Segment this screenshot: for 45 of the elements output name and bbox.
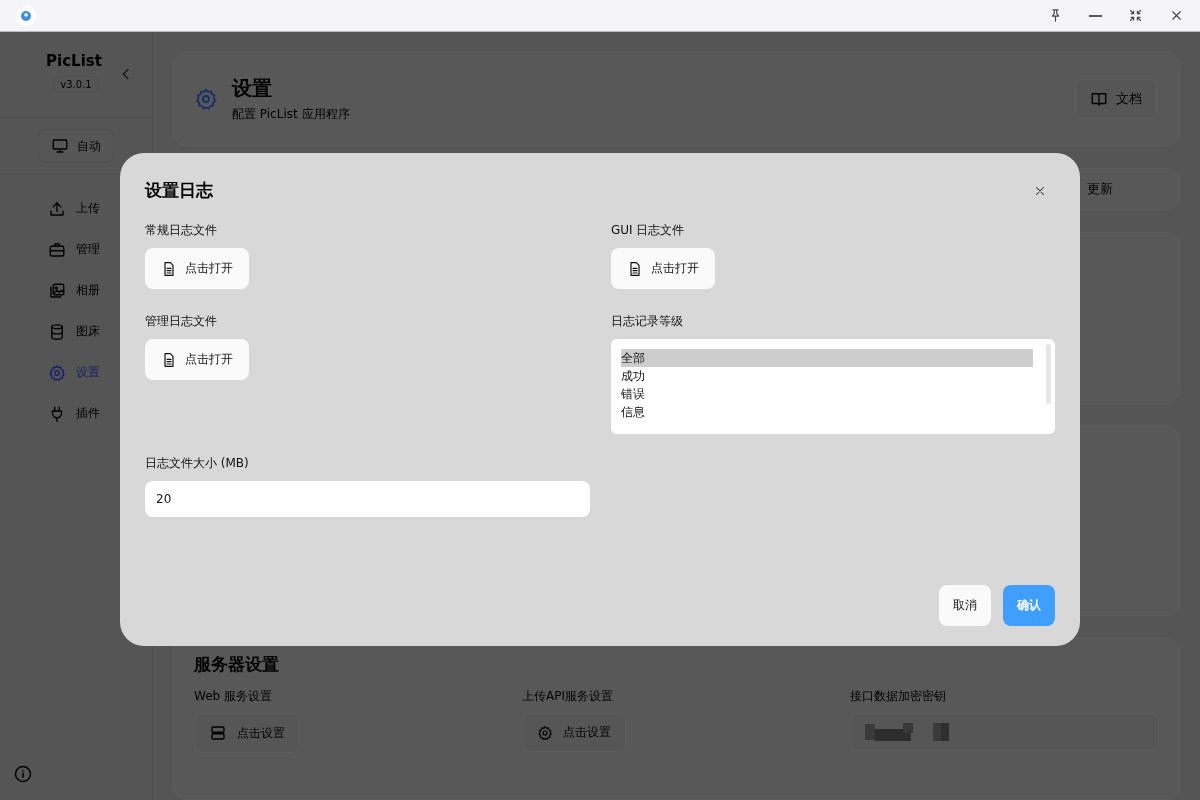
list-option[interactable]: 全部: [621, 349, 1033, 367]
docs-button[interactable]: 文档: [1075, 79, 1157, 119]
log-level-list[interactable]: 全部 成功 错误 信息: [611, 339, 1055, 434]
app-name: PicList: [46, 52, 103, 70]
settings-button[interactable]: 点击设置: [522, 713, 626, 752]
database-icon: [48, 322, 66, 341]
mode-button[interactable]: 自动: [38, 129, 114, 163]
open-file-button[interactable]: 点击打开: [611, 248, 715, 289]
setting-label: 接口数据加密密钥: [850, 688, 947, 705]
cancel-button[interactable]: 取消: [939, 585, 991, 626]
document-icon: [627, 260, 643, 277]
document-icon: [161, 351, 177, 368]
app-logo-icon: [16, 5, 36, 26]
field-label: 日志文件大小 (MB): [145, 455, 250, 472]
section-title: 服务器设置: [194, 653, 280, 676]
setting-label: Web 服务设置: [194, 688, 273, 705]
settings-button[interactable]: 点击设置: [194, 713, 300, 753]
field-label: 管理日志文件: [145, 313, 218, 330]
secret-field[interactable]: [850, 713, 1159, 751]
field-label: GUI 日志文件: [611, 222, 686, 239]
list-option[interactable]: 成功: [621, 367, 1033, 385]
open-file-button[interactable]: 点击打开: [145, 248, 249, 289]
document-icon: [161, 260, 177, 277]
size-input-field[interactable]: 20: [145, 481, 590, 517]
field-label: 日志记录等级: [611, 313, 684, 330]
tab-label[interactable]: 更新: [1087, 180, 1113, 198]
list-option[interactable]: 信息: [621, 403, 1033, 421]
sidebar-item[interactable]: 插件: [40, 395, 152, 432]
confirm-button[interactable]: 确认: [1003, 585, 1055, 626]
upload-icon: [48, 199, 66, 218]
page-title: 设置: [232, 75, 273, 102]
field-label: 常规日志文件: [145, 222, 218, 239]
image-icon: [48, 281, 66, 300]
gear-icon: [48, 363, 66, 382]
list-option[interactable]: 错误: [621, 385, 1033, 403]
gear-icon: [537, 724, 553, 741]
server-icon: [209, 724, 227, 742]
book-icon: [1090, 90, 1108, 108]
setting-label: 上传API服务设置: [522, 688, 614, 705]
page-subtitle: 配置 PicList 应用程序: [232, 106, 351, 123]
open-file-button[interactable]: 点击打开: [145, 339, 249, 380]
briefcase-icon: [48, 240, 66, 259]
settings-icon: [194, 87, 218, 111]
monitor-icon: [51, 137, 69, 155]
dialog-title: 设置日志: [145, 179, 213, 202]
